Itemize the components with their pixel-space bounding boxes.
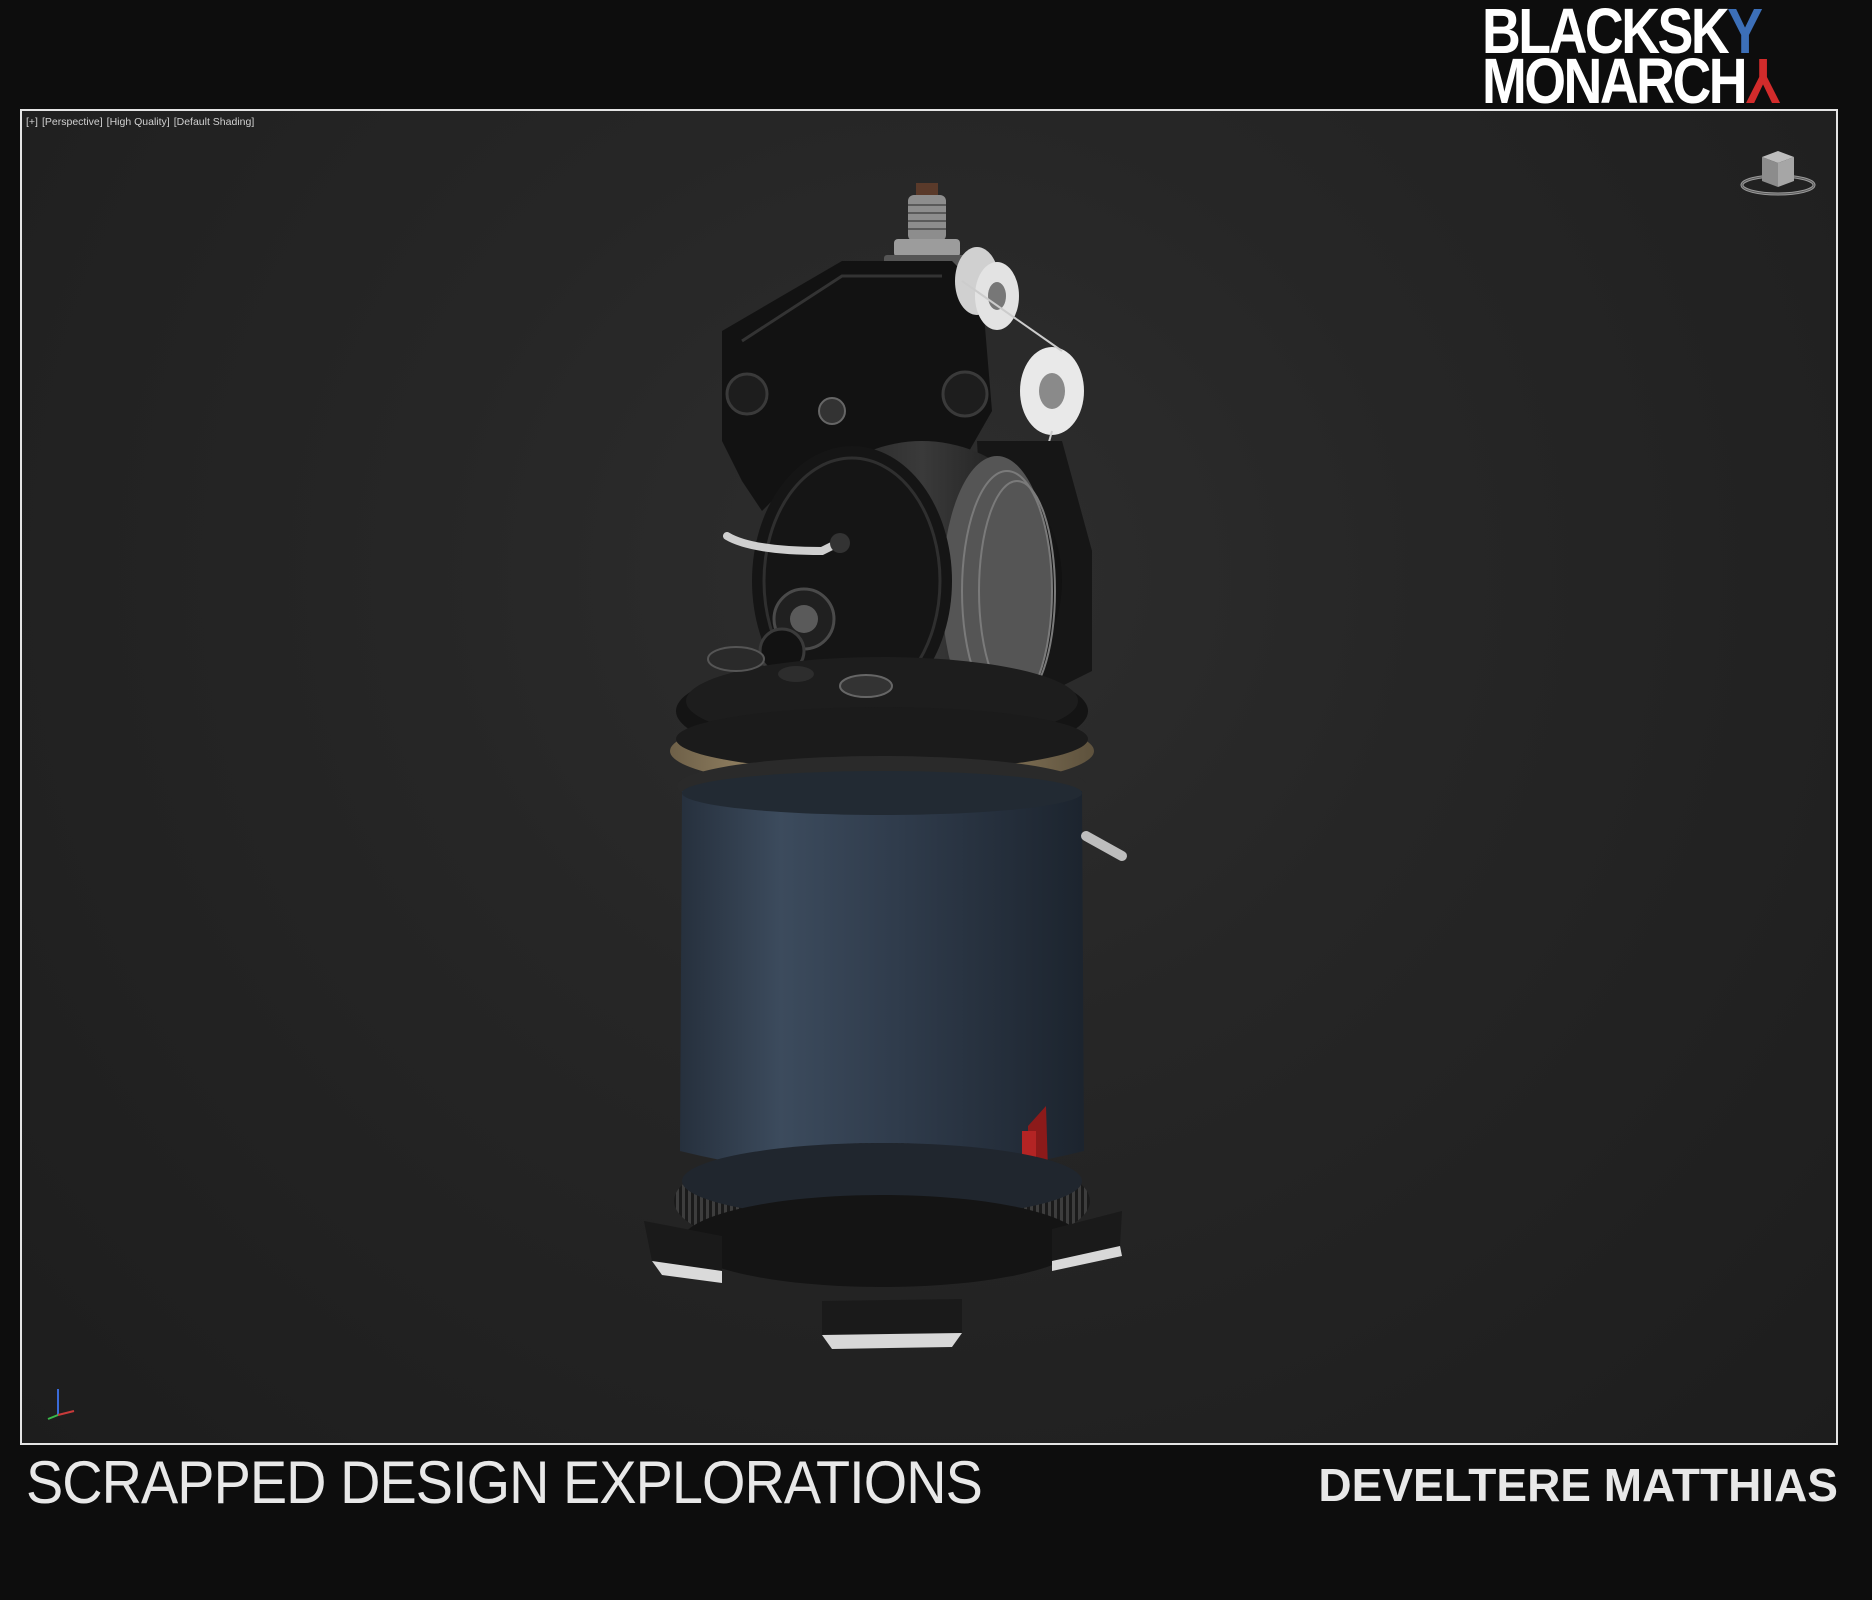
winch-model-render: [644, 183, 1127, 1349]
footer-author: DEVELTERE MATTHIAS: [1318, 1459, 1838, 1511]
brand-logo-line-2: MONARCHY: [1482, 45, 1779, 117]
perspective-viewport[interactable]: [+] [Perspective] [High Quality] [Default S…: [20, 109, 1838, 1445]
brand-logo: BLACKSKY MONARCHY: [1482, 0, 1822, 117]
axis-gizmo-icon: [47, 1389, 75, 1420]
footer-title: SCRAPPED DESIGN EXPLORATIONS: [26, 1449, 983, 1516]
